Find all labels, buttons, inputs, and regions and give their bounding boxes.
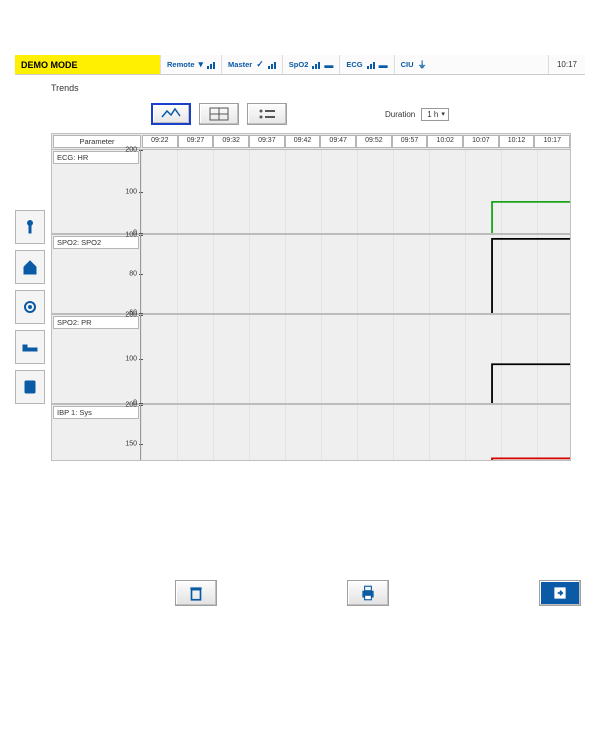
time-tick: 09:47 <box>320 135 356 148</box>
bed-icon <box>22 339 38 355</box>
sidebar-clipboard[interactable] <box>15 370 45 404</box>
sidebar-bed[interactable] <box>15 330 45 364</box>
sidebar-home[interactable] <box>15 250 45 284</box>
time-tick: 09:42 <box>285 135 321 148</box>
time-tick: 09:37 <box>249 135 285 148</box>
duration-value: 1 h <box>427 110 438 119</box>
battery-icon: ▬ <box>324 60 333 70</box>
view-graph-button[interactable] <box>151 103 191 125</box>
trend-plot[interactable] <box>140 150 570 233</box>
trend-row: SPO2: PR0100200 <box>52 315 570 405</box>
time-tick: 09:52 <box>356 135 392 148</box>
export-icon <box>551 584 569 602</box>
check-icon: ✓ <box>256 59 264 70</box>
trend-row: IBP 1: Sys150200 <box>52 405 570 460</box>
trend-chart-panel: Parameter09:2209:2709:3209:3709:4209:470… <box>51 133 571 461</box>
sidebar <box>15 210 45 404</box>
time-tick: 09:27 <box>178 135 214 148</box>
trash-icon <box>187 584 205 602</box>
status-spo2[interactable]: SpO2 ▬ <box>282 55 340 74</box>
time-tick: 10:17 <box>534 135 570 148</box>
signal-icon <box>207 61 215 69</box>
graph-icon <box>161 107 181 121</box>
export-button[interactable] <box>539 580 581 606</box>
trend-plot[interactable] <box>140 405 570 460</box>
status-label: CIU <box>401 60 414 69</box>
list-icon <box>257 107 277 121</box>
time-tick: 09:22 <box>142 135 178 148</box>
time-tick: 09:57 <box>392 135 428 148</box>
plug-icon: ⏚ <box>418 58 427 71</box>
status-ecg[interactable]: ECG ▬ <box>339 55 393 74</box>
status-label: Master <box>228 60 252 69</box>
status-remote[interactable]: Remote ▾ <box>160 55 221 74</box>
page-title: Trends <box>51 83 585 93</box>
status-label: Remote <box>167 60 195 69</box>
time-tick: 10:12 <box>499 135 535 148</box>
printer-icon <box>359 584 377 602</box>
dropdown-icon: ▾ <box>199 59 204 70</box>
print-button[interactable] <box>347 580 389 606</box>
sidebar-patient[interactable] <box>15 210 45 244</box>
trend-row: SPO2: SPO26080100 <box>52 235 570 315</box>
view-table-button[interactable] <box>199 103 239 125</box>
status-ciu[interactable]: CIU ⏚ <box>394 55 433 74</box>
footer-toolbar <box>51 580 585 606</box>
duration-label: Duration <box>385 110 415 119</box>
gear-icon <box>22 299 38 315</box>
top-bar: DEMO MODE Remote ▾ Master ✓ SpO2 ▬ ECG ▬… <box>15 55 585 75</box>
battery-icon: ▬ <box>379 60 388 70</box>
signal-icon <box>367 61 375 69</box>
signal-icon <box>268 61 276 69</box>
sidebar-settings[interactable] <box>15 290 45 324</box>
view-list-button[interactable] <box>247 103 287 125</box>
status-label: ECG <box>346 60 362 69</box>
trend-plot[interactable] <box>140 315 570 403</box>
clipboard-icon <box>22 379 38 395</box>
signal-icon <box>312 61 320 69</box>
status-master[interactable]: Master ✓ <box>221 55 282 74</box>
status-label: SpO2 <box>289 60 309 69</box>
trend-plot[interactable] <box>140 235 570 313</box>
table-icon <box>209 107 229 121</box>
patient-icon <box>22 219 38 235</box>
time-tick: 10:07 <box>463 135 499 148</box>
mode-badge: DEMO MODE <box>15 55 160 74</box>
chevron-down-icon: ▾ <box>441 110 445 118</box>
clock: 10:17 <box>548 55 585 74</box>
trend-row: ECG: HR0100200 <box>52 150 570 235</box>
time-tick: 10:02 <box>427 135 463 148</box>
home-icon <box>22 259 38 275</box>
delete-button[interactable] <box>175 580 217 606</box>
view-toolbar: Duration 1 h ▾ <box>151 103 585 125</box>
time-tick: 09:32 <box>213 135 249 148</box>
duration-select[interactable]: 1 h ▾ <box>421 108 449 121</box>
